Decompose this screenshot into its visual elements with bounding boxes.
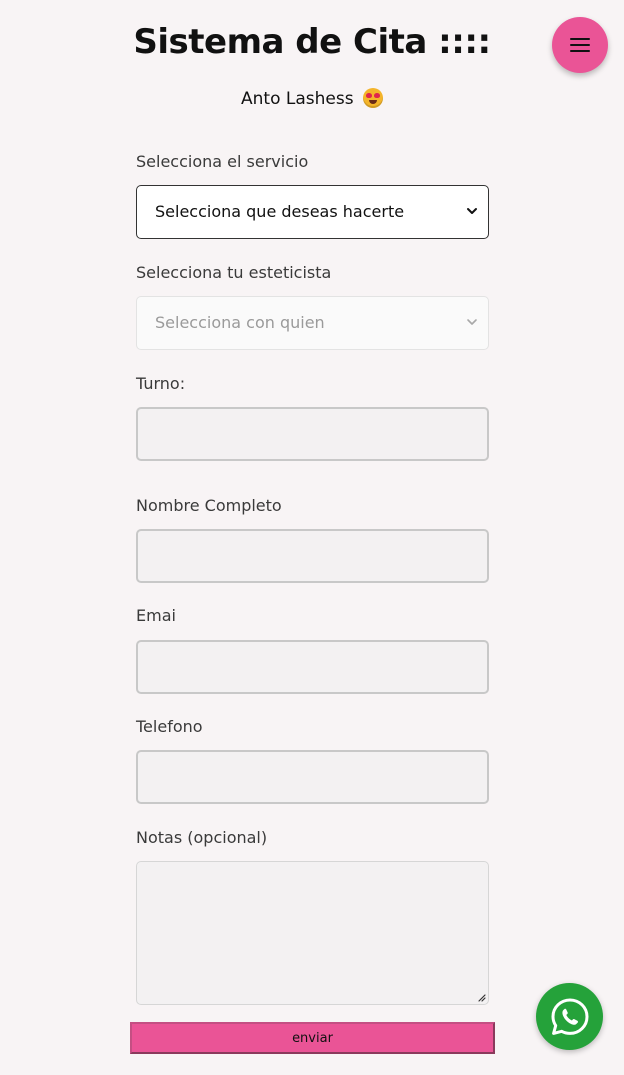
chevron-down-icon: [467, 208, 477, 214]
service-select[interactable]: Selecciona que deseas hacerte: [136, 185, 489, 239]
hamburger-menu-icon: [570, 38, 590, 52]
business-name-text: Anto Lashess: [241, 89, 354, 109]
whatsapp-button[interactable]: [536, 983, 603, 1050]
whatsapp-icon: [551, 998, 588, 1035]
page-title: Sistema de Cita ::::: [133, 22, 491, 62]
submit-button[interactable]: enviar: [130, 1022, 495, 1054]
chevron-down-icon: [467, 319, 477, 325]
nombre-input[interactable]: [136, 529, 489, 583]
turno-input[interactable]: [136, 407, 489, 461]
resize-handle-icon[interactable]: [476, 992, 486, 1002]
menu-button[interactable]: [552, 17, 608, 73]
service-select-value: Selecciona que deseas hacerte: [155, 202, 405, 221]
star-struck-emoji-icon: [362, 88, 383, 108]
esthetician-select[interactable]: Selecciona con quien: [136, 296, 489, 350]
email-label: Emai: [136, 606, 176, 625]
notas-textarea[interactable]: [136, 861, 489, 1005]
esthetician-label: Selecciona tu esteticista: [136, 263, 332, 282]
service-label: Selecciona el servicio: [136, 152, 309, 171]
esthetician-select-value: Selecciona con quien: [155, 313, 325, 332]
telefono-input[interactable]: [136, 750, 489, 804]
nombre-label: Nombre Completo: [136, 496, 282, 515]
notas-label: Notas (opcional): [136, 828, 268, 847]
email-input[interactable]: [136, 640, 489, 694]
turno-label: Turno:: [136, 374, 186, 393]
business-name: Anto Lashess: [0, 88, 624, 109]
telefono-label: Telefono: [136, 717, 203, 736]
